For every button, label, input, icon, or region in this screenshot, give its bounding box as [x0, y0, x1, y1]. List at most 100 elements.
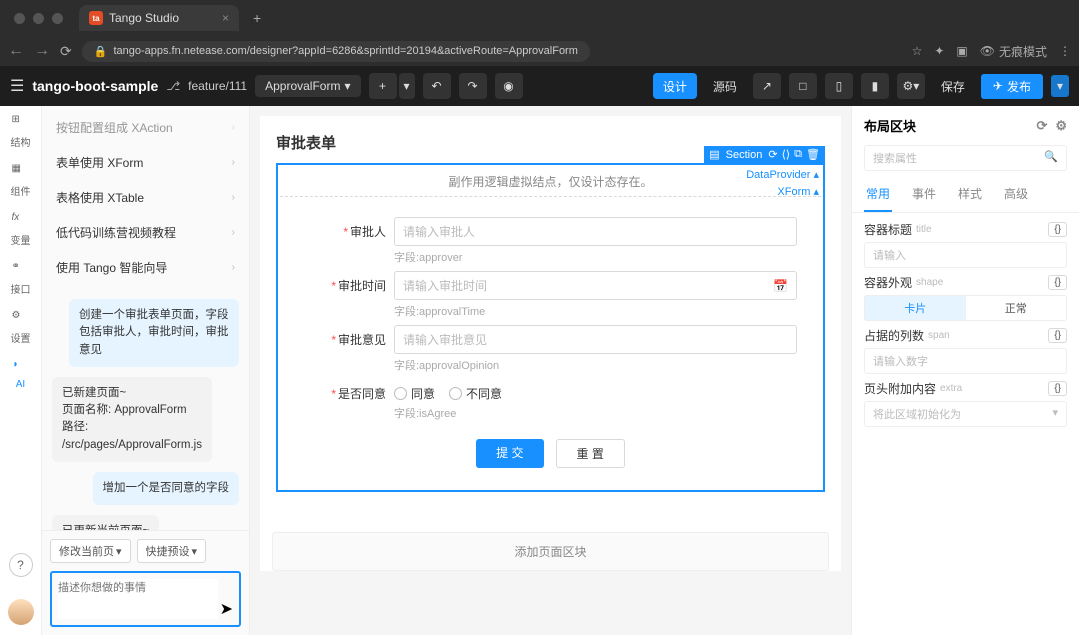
arrow-tool[interactable]: ↗: [753, 73, 781, 99]
expression-toggle[interactable]: {}: [1048, 275, 1067, 290]
avatar[interactable]: [8, 599, 34, 625]
radio-option[interactable]: 同意: [394, 385, 435, 402]
modify-page-button[interactable]: 修改当前页▾: [50, 539, 131, 563]
reload-button[interactable]: ⟳: [60, 43, 72, 60]
rail-structure[interactable]: ⊞结构: [11, 114, 31, 149]
guide-item[interactable]: 低代码训练营视频教程›: [42, 215, 249, 250]
page-surface[interactable]: 审批表单 ▤ Section ⟳ ⟨⟩ ⧉ 🗑 DataProvider ▴ 副…: [260, 116, 841, 571]
xform-label[interactable]: XForm ▴: [777, 185, 819, 198]
new-tab-button[interactable]: +: [247, 6, 267, 30]
copy-icon[interactable]: ⧉: [794, 148, 802, 161]
tab-advanced[interactable]: 高级: [1002, 179, 1030, 212]
chat-messages: 创建一个审批表单页面，字段包括审批人，审批时间，审批意见 已新建页面~ 页面名称…: [42, 289, 249, 530]
property-input[interactable]: 请输入数字: [864, 348, 1067, 374]
presets-button[interactable]: 快捷预设▾: [137, 539, 207, 563]
refresh-icon[interactable]: ⟳: [768, 148, 777, 161]
tab-common[interactable]: 常用: [864, 179, 892, 212]
mobile-icon[interactable]: ▮: [861, 73, 889, 99]
rail-components[interactable]: ▦组件: [11, 163, 31, 198]
help-button[interactable]: ?: [9, 553, 33, 577]
tablet-icon[interactable]: ▯: [825, 73, 853, 99]
segmented-control[interactable]: 卡片 正常: [864, 295, 1067, 321]
chevron-right-icon: ›: [232, 157, 235, 168]
desktop-icon[interactable]: □: [789, 73, 817, 99]
code-icon[interactable]: ⟨⟩: [782, 148, 791, 161]
browser-tab[interactable]: ta Tango Studio ×: [79, 5, 239, 31]
send-icon[interactable]: ➤: [220, 599, 233, 619]
window-controls[interactable]: [6, 13, 71, 24]
star-icon[interactable]: ☆: [912, 44, 923, 58]
redo-button[interactable]: ↷: [459, 73, 487, 99]
radio-group[interactable]: 同意 不同意: [394, 379, 797, 402]
expression-toggle[interactable]: {}: [1048, 328, 1067, 343]
branch-label[interactable]: feature/111: [188, 79, 247, 93]
chat-textarea[interactable]: [58, 579, 218, 619]
section-block[interactable]: ▤ Section ⟳ ⟨⟩ ⧉ 🗑 DataProvider ▴ 副作用逻辑虚…: [276, 163, 825, 492]
date-input[interactable]: 请输入审批时间📅: [394, 271, 797, 300]
url-field[interactable]: 🔒 tango-apps.fn.netease.com/designer?app…: [82, 41, 590, 62]
form-row[interactable]: *审批意见 请输入审批意见 字段:approvalOpinion: [304, 325, 797, 373]
publish-dropdown[interactable]: ▾: [1051, 75, 1069, 97]
extensions-icon[interactable]: ✦: [934, 44, 944, 58]
radio-option[interactable]: 不同意: [449, 385, 502, 402]
panel-icon[interactable]: ▣: [956, 44, 967, 58]
save-button[interactable]: 保存: [933, 74, 973, 99]
form: *审批人 请输入审批人 字段:approver *审批时间 请输入审批时间📅 字…: [280, 197, 821, 488]
undo-button[interactable]: ↶: [423, 73, 451, 99]
expression-toggle[interactable]: {}: [1048, 222, 1067, 237]
add-section-button[interactable]: 添加页面区块: [272, 532, 829, 571]
tab-style[interactable]: 样式: [956, 179, 984, 212]
rail-settings[interactable]: ⚙设置: [11, 310, 31, 345]
design-tab[interactable]: 设计: [653, 73, 697, 99]
chat-input[interactable]: ➤: [50, 571, 241, 627]
back-button[interactable]: ←: [8, 42, 24, 60]
form-row[interactable]: *审批时间 请输入审批时间📅 字段:approvalTime: [304, 271, 797, 319]
designer-canvas[interactable]: 审批表单 ▤ Section ⟳ ⟨⟩ ⧉ 🗑 DataProvider ▴ 副…: [250, 106, 851, 635]
segment-option[interactable]: 正常: [966, 296, 1067, 320]
preview-button[interactable]: ◉: [495, 73, 523, 99]
property-select[interactable]: 将此区域初始化为▾: [864, 401, 1067, 427]
route-dropdown[interactable]: ApprovalForm ▾: [255, 75, 360, 97]
text-input[interactable]: 请输入审批人: [394, 217, 797, 246]
search-input[interactable]: 搜索属性 🔍: [864, 145, 1067, 171]
guide-item[interactable]: 按钮配置组成 XAction›: [42, 110, 249, 145]
publish-button[interactable]: ✈ 发布: [981, 74, 1043, 99]
rail-api[interactable]: ⚭接口: [11, 261, 31, 296]
form-row[interactable]: *审批人 请输入审批人 字段:approver: [304, 217, 797, 265]
text-input[interactable]: 请输入审批意见: [394, 325, 797, 354]
gear-icon[interactable]: ⚙: [1055, 118, 1067, 134]
form-row[interactable]: *是否同意 同意 不同意 字段:isAgree: [304, 379, 797, 421]
property-input[interactable]: 请输入: [864, 242, 1067, 268]
settings-dropdown[interactable]: ⚙▾: [897, 73, 925, 99]
segment-option[interactable]: 卡片: [865, 296, 966, 320]
incognito-badge[interactable]: 👁 无痕模式: [980, 43, 1047, 60]
delete-icon[interactable]: 🗑: [806, 148, 820, 161]
guide-item[interactable]: 表单使用 XForm›: [42, 145, 249, 180]
dataprovider-label[interactable]: DataProvider ▴: [746, 168, 819, 181]
close-icon[interactable]: ×: [222, 11, 229, 25]
guide-item[interactable]: 表格使用 XTable›: [42, 180, 249, 215]
rail-variables[interactable]: fx变量: [11, 212, 31, 247]
expression-toggle[interactable]: {}: [1048, 381, 1067, 396]
ai-panel: 按钮配置组成 XAction› 表单使用 XForm› 表格使用 XTable›…: [42, 106, 250, 635]
reset-button[interactable]: 重 置: [556, 439, 625, 468]
rail-ai[interactable]: ◑AI: [12, 359, 30, 390]
guide-item[interactable]: 使用 Tango 智能向导›: [42, 250, 249, 285]
source-tab[interactable]: 源码: [705, 74, 745, 99]
field-meta: 字段:isAgree: [394, 405, 797, 421]
chevron-right-icon: ›: [232, 262, 235, 273]
menu-icon[interactable]: ⋮: [1059, 44, 1071, 58]
api-icon: ⚭: [12, 261, 30, 279]
browser-chrome: ta Tango Studio × + ← → ⟳ 🔒 tango-apps.f…: [0, 0, 1079, 66]
submit-button[interactable]: 提 交: [476, 439, 543, 468]
add-button[interactable]: +: [369, 73, 397, 99]
sync-icon[interactable]: ⟳: [1036, 118, 1047, 134]
variables-icon: fx: [12, 212, 30, 230]
add-dropdown[interactable]: ▾: [399, 73, 415, 99]
forward-button[interactable]: →: [34, 42, 50, 60]
chevron-right-icon: ›: [232, 227, 235, 238]
menu-button[interactable]: ☰: [10, 76, 24, 96]
tab-events[interactable]: 事件: [910, 179, 938, 212]
branch-icon[interactable]: ⎇: [166, 79, 180, 93]
chevron-down-icon: ▾: [116, 545, 122, 558]
